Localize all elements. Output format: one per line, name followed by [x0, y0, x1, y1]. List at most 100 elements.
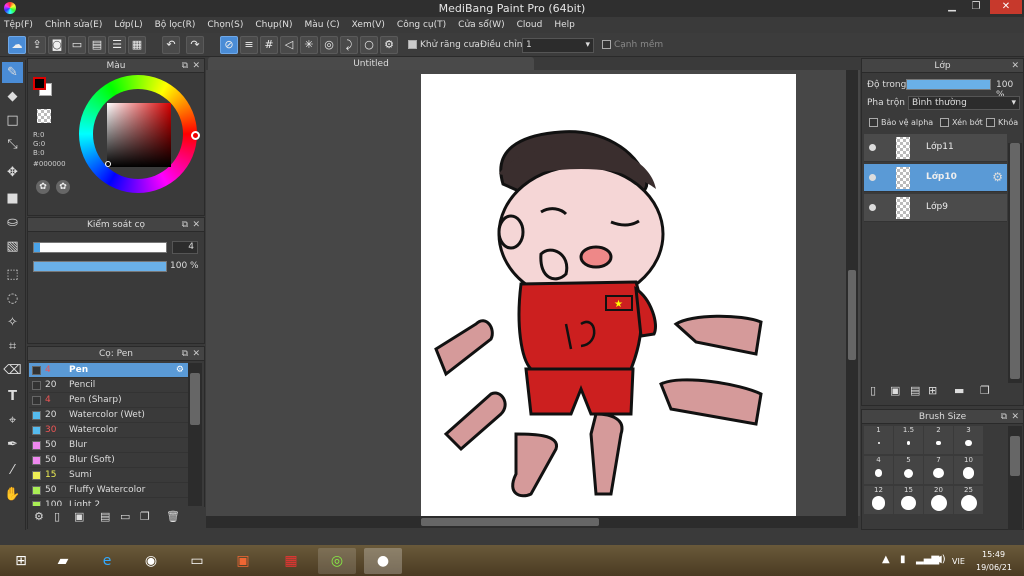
- layer-list-scrollbar[interactable]: [1008, 143, 1022, 383]
- eyedropper-tool-icon[interactable]: ⁄: [2, 460, 23, 481]
- new-layer-color-icon[interactable]: ▣: [890, 384, 900, 397]
- bucket-tool-icon[interactable]: ⛀: [2, 212, 23, 233]
- primary-color-swatch[interactable]: [33, 77, 46, 90]
- curve-snap-icon[interactable]: ⤸: [340, 36, 358, 54]
- cloud-icon[interactable]: ☁: [8, 36, 26, 54]
- brush-list-item[interactable]: 50 Blur (Soft): [29, 453, 188, 468]
- brush-size-cell[interactable]: 5: [894, 456, 923, 484]
- close-icon[interactable]: ✕: [1011, 59, 1019, 73]
- brush-list-item[interactable]: 20 Pencil: [29, 378, 188, 393]
- vanish-snap-icon[interactable]: ◁: [280, 36, 298, 54]
- redo-icon[interactable]: ↷: [186, 36, 204, 54]
- lasso-tool-icon[interactable]: ◌: [2, 288, 23, 309]
- popout-icon[interactable]: ⧉: [1001, 410, 1007, 424]
- brush-list-scroll-thumb[interactable]: [190, 373, 200, 425]
- saturation-value-square[interactable]: [107, 103, 171, 167]
- sv-picker-handle[interactable]: [105, 161, 111, 167]
- file-explorer-icon[interactable]: ▭: [178, 548, 216, 574]
- menu-item[interactable]: Chụp(N): [255, 20, 292, 30]
- folder-icon[interactable]: ▬: [954, 384, 964, 397]
- new-brush-icon[interactable]: ▯: [54, 510, 60, 523]
- brush-list-item[interactable]: 50 Fluffy Watercolor: [29, 483, 188, 498]
- tray-language[interactable]: VIE: [952, 557, 965, 566]
- restore-button[interactable]: ❐: [964, 0, 988, 14]
- ie-icon[interactable]: e: [88, 548, 126, 574]
- parallel-snap-icon[interactable]: ≡: [240, 36, 258, 54]
- new-layer-icon[interactable]: ▯: [870, 384, 876, 397]
- brush-opacity-slider[interactable]: [33, 261, 167, 272]
- brush-list-item[interactable]: 50 Blur: [29, 438, 188, 453]
- brush-size-cell[interactable]: 10: [954, 456, 983, 484]
- text-tool-icon[interactable]: T: [2, 386, 23, 407]
- list-icon[interactable]: ☰: [108, 36, 126, 54]
- comment-icon[interactable]: ◙: [48, 36, 66, 54]
- cross-snap-icon[interactable]: #: [260, 36, 278, 54]
- app-icon-red[interactable]: ▦: [272, 548, 310, 574]
- brush-settings-icon[interactable]: ⚙: [34, 510, 44, 523]
- app-icon-green[interactable]: ◎: [318, 548, 356, 574]
- brush-list-item[interactable]: 100 Light 2: [29, 498, 188, 506]
- gradient-tool-icon[interactable]: ▧: [2, 236, 23, 257]
- undo-icon[interactable]: ↶: [162, 36, 180, 54]
- brush-list-item[interactable]: 20 Watercolor (Wet): [29, 408, 188, 423]
- brush-list-item[interactable]: 30 Watercolor: [29, 423, 188, 438]
- divide-tool-icon[interactable]: ⌖: [2, 410, 23, 431]
- windows-start-icon[interactable]: ⊞: [2, 548, 40, 574]
- brush-size-cell[interactable]: 1.5: [894, 426, 923, 454]
- brush-size-cell[interactable]: 3: [954, 426, 983, 454]
- select-pen-tool-icon[interactable]: ⌗: [2, 336, 23, 357]
- menu-item[interactable]: Công cụ(T): [397, 20, 446, 30]
- tray-up-icon[interactable]: ▲: [882, 554, 890, 565]
- brush-list-scrollbar[interactable]: [188, 363, 202, 506]
- antialias-toggle[interactable]: Khử răng cưa: [408, 40, 480, 50]
- brush-size-cell[interactable]: 25: [954, 486, 983, 514]
- visibility-eye-icon[interactable]: [869, 144, 876, 151]
- brush-size-cell[interactable]: 2: [924, 426, 953, 454]
- brush-size-cell[interactable]: 12: [864, 486, 893, 514]
- tray-volume-icon[interactable]: ◀): [934, 554, 946, 565]
- layer-settings-gear-icon[interactable]: ⚙: [992, 170, 1003, 184]
- tray-wifi-icon[interactable]: ▮: [900, 554, 906, 565]
- menu-item[interactable]: Chỉnh sửa(E): [45, 20, 102, 30]
- new-layer-halftone-icon[interactable]: ▤: [910, 384, 920, 397]
- message-icon[interactable]: ▭: [68, 36, 86, 54]
- menu-item[interactable]: Chọn(S): [207, 20, 243, 30]
- rectangle-tool-icon[interactable]: □: [2, 110, 23, 131]
- popout-icon[interactable]: ⧉: [182, 218, 188, 232]
- brush-size-scrollbar[interactable]: [1008, 426, 1022, 530]
- grid-icon[interactable]: ▦: [128, 36, 146, 54]
- brush-size-slider[interactable]: [33, 242, 167, 253]
- smudge-tool-icon[interactable]: ⤡: [2, 134, 23, 155]
- chrome-icon[interactable]: ◉: [132, 548, 170, 574]
- brush-size-cell[interactable]: 7: [924, 456, 953, 484]
- menu-item[interactable]: Bộ lọc(R): [155, 20, 196, 30]
- tray-date[interactable]: 19/06/21: [976, 563, 1012, 572]
- protect-alpha-toggle[interactable]: Bảo vệ alpha: [869, 118, 933, 127]
- layer-list-scroll-thumb[interactable]: [1010, 143, 1020, 379]
- duplicate-icon[interactable]: ❐: [140, 510, 150, 523]
- close-icon[interactable]: ✕: [1011, 410, 1019, 424]
- brush-list-item[interactable]: 4 Pen ⚙: [29, 363, 188, 378]
- document-icon[interactable]: ▤: [88, 36, 106, 54]
- tray-time[interactable]: 15:49: [982, 550, 1005, 559]
- hue-picker-handle[interactable]: [191, 131, 200, 140]
- brush-size-cell[interactable]: 4: [864, 456, 893, 484]
- minimize-button[interactable]: ▁: [940, 0, 964, 14]
- soft-edge-toggle[interactable]: Cạnh mềm: [602, 40, 663, 50]
- clipping-toggle[interactable]: Xén bớt: [940, 118, 983, 127]
- brush-settings-gear-icon[interactable]: ⚙: [176, 363, 184, 377]
- hand-tool-icon[interactable]: ✋: [2, 484, 23, 505]
- folder-icon[interactable]: ▭: [120, 510, 130, 523]
- select-rect-tool-icon[interactable]: ⬚: [2, 264, 23, 285]
- magic-wand-tool-icon[interactable]: ✧: [2, 312, 23, 333]
- brush-size-value[interactable]: 4: [172, 241, 198, 254]
- visibility-eye-icon[interactable]: [869, 174, 876, 181]
- menu-item[interactable]: Màu (C): [305, 20, 340, 30]
- brush-size-scroll-thumb[interactable]: [1010, 436, 1020, 476]
- menu-item[interactable]: Help: [554, 20, 575, 30]
- add-brush-icon[interactable]: ▣: [74, 510, 84, 523]
- powerpoint-icon[interactable]: ▣: [224, 548, 262, 574]
- blend-select[interactable]: Bình thường ▾: [908, 96, 1020, 110]
- menu-item[interactable]: Xem(V): [352, 20, 385, 30]
- brush-size-cell[interactable]: 20: [924, 486, 953, 514]
